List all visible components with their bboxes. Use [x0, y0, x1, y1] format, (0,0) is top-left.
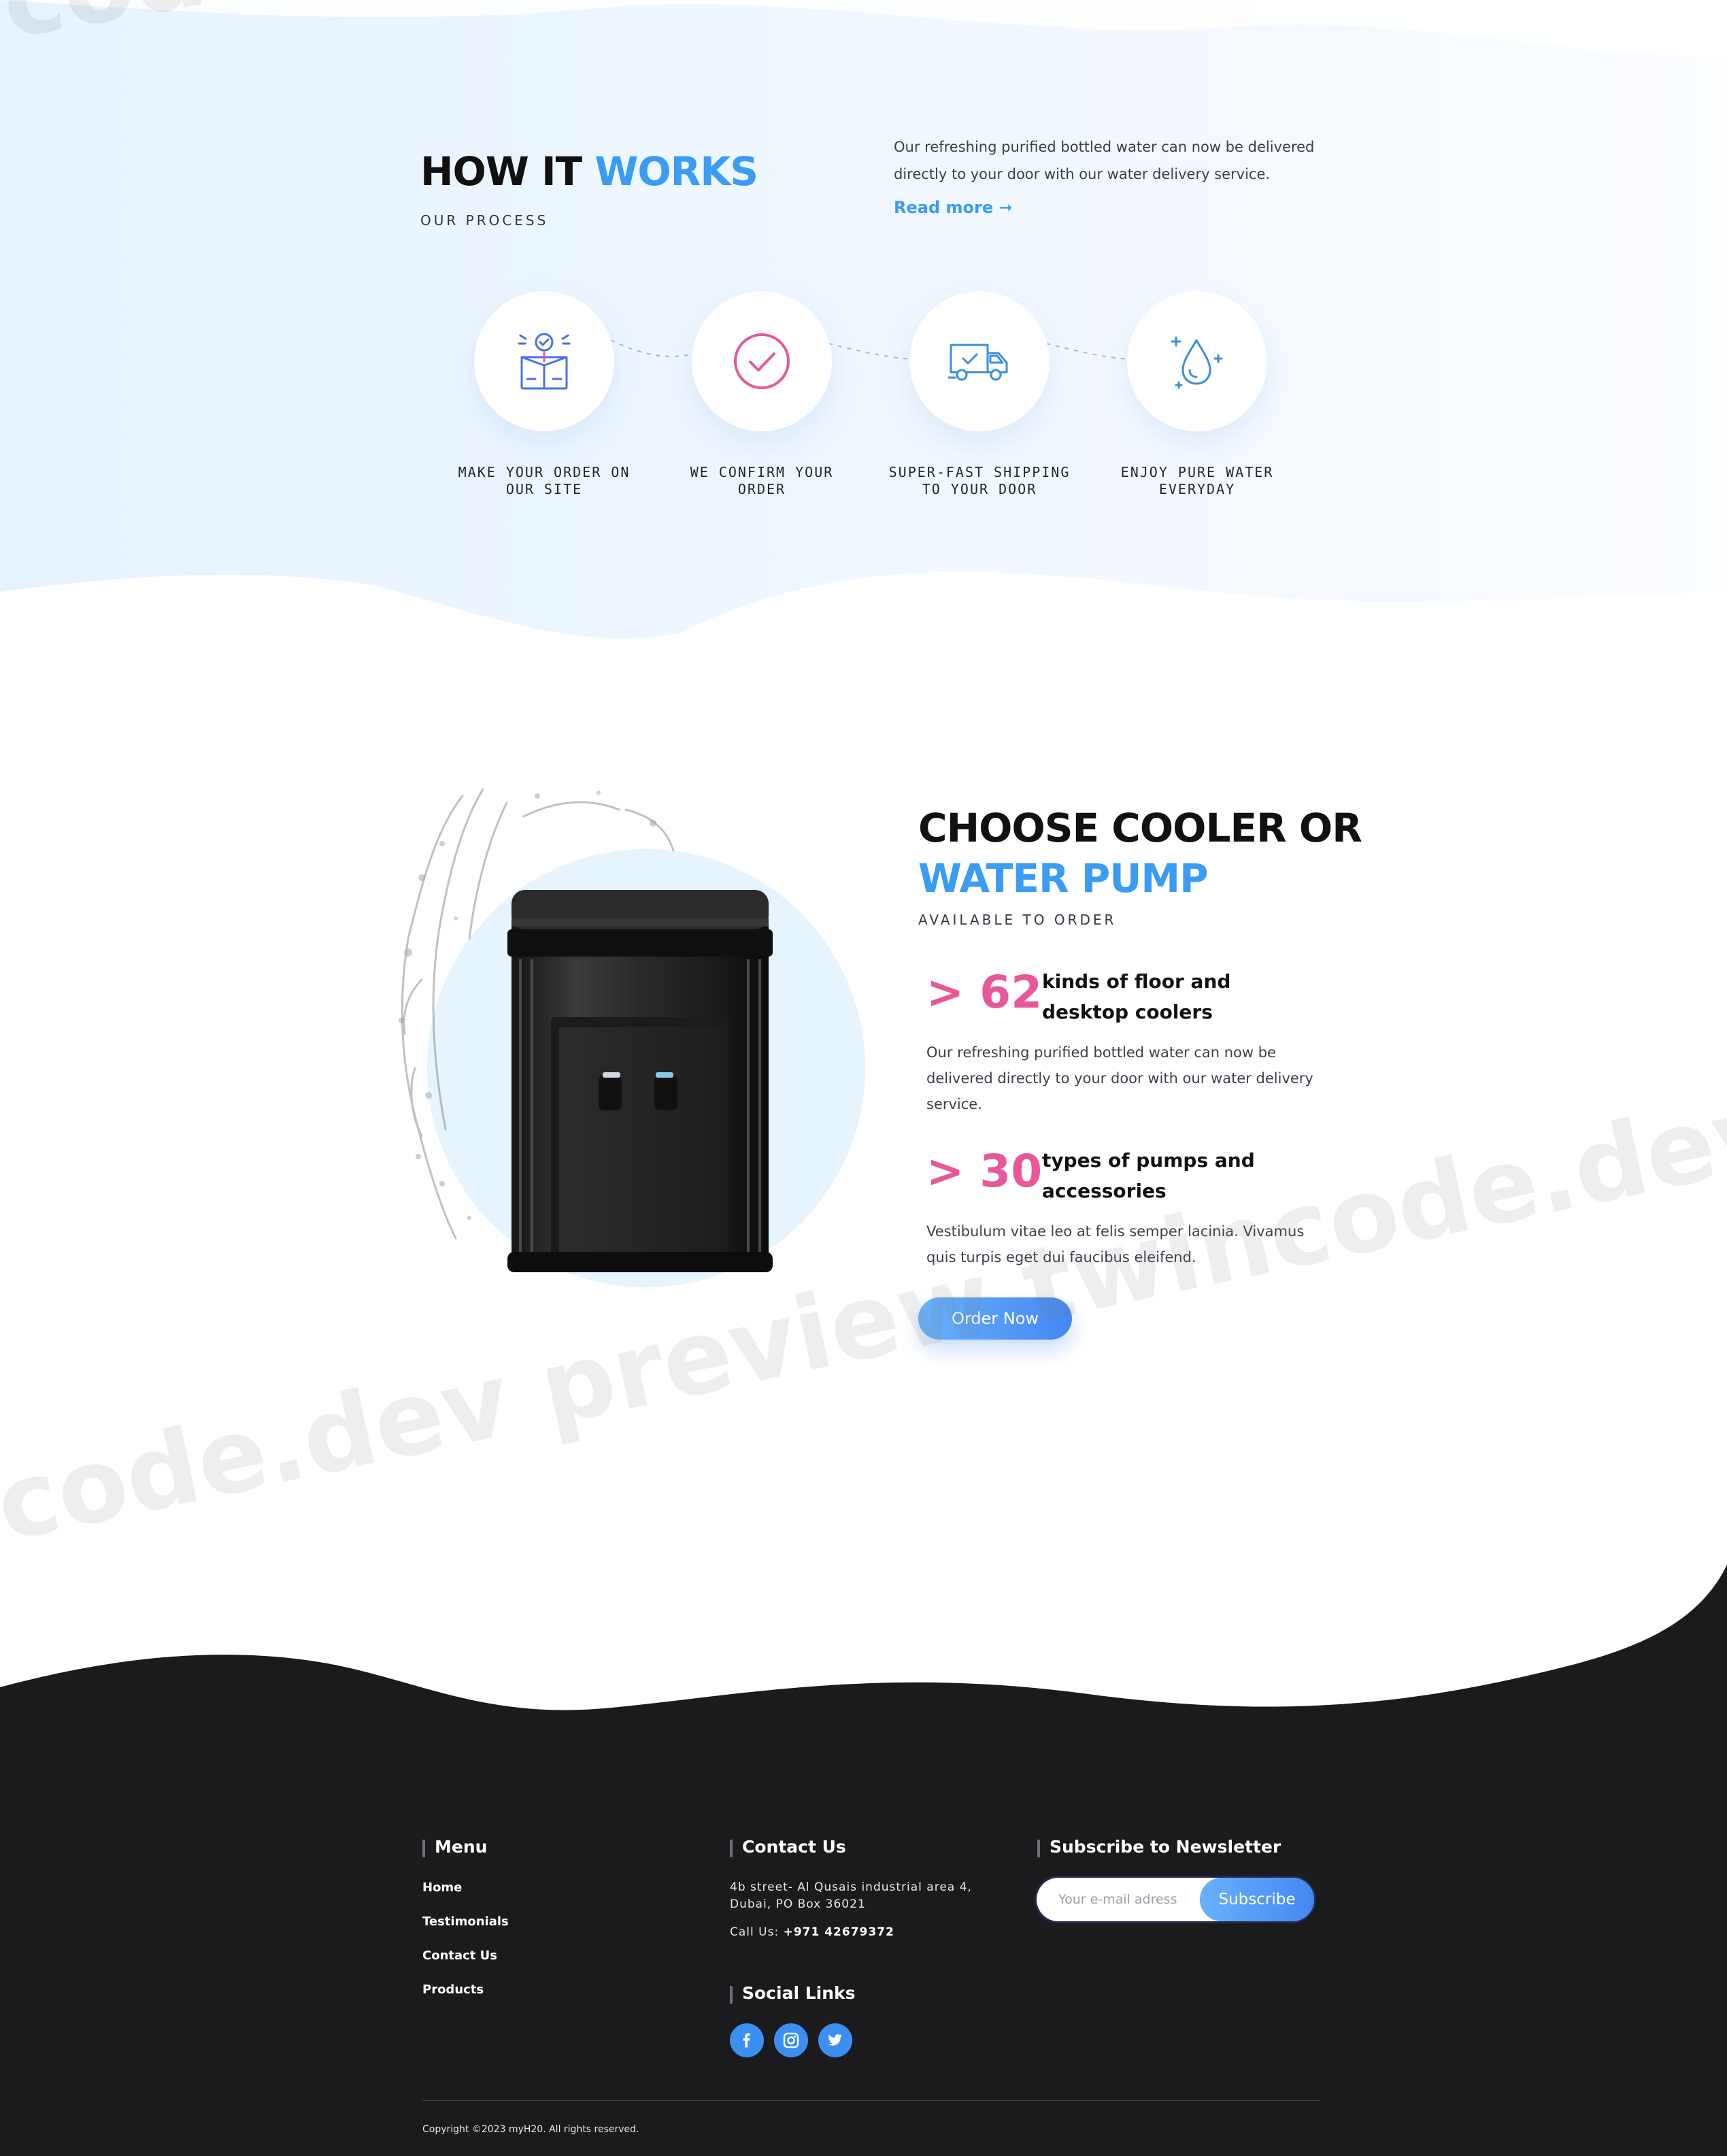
order-now-button[interactable]: Order Now [918, 1297, 1072, 1340]
footer-call: Call Us: +971 42679372 [730, 1925, 894, 1939]
step-confirm-label: WE CONFIRM YOUR ORDER [660, 464, 864, 498]
footer-link-home[interactable]: Home [422, 1880, 462, 1895]
water-drop-icon [1171, 336, 1223, 389]
how-it-works-section: HOW IT WORKS OUR PROCESS Our refreshing … [0, 0, 1727, 653]
footer-menu-heading: Menu [422, 1837, 487, 1857]
step-connectors [610, 339, 1130, 360]
footer-newsletter-heading: Subscribe to Newsletter [1037, 1837, 1281, 1857]
footer-link-products[interactable]: Products [422, 1983, 484, 1997]
step-enjoy-line1: ENJOY PURE WATER [1120, 464, 1274, 480]
stat-coolers-description: Our refreshing purified bottled water ca… [926, 1044, 1313, 1112]
stat-coolers: > 62 kinds of floor and desktop coolers … [926, 966, 1335, 1116]
step-enjoy-line2: EVERYDAY [1158, 481, 1236, 497]
stat-coolers-text: kinds of floor and desktop coolers [1042, 970, 1231, 1023]
instagram-icon [783, 2032, 799, 2049]
stat-pumps-number: > 30 [926, 1145, 1043, 1197]
step-confirm-circle [692, 291, 832, 431]
footer-call-label: Call Us: [730, 1925, 779, 1939]
footer-social-heading: Social Links [730, 1983, 856, 2004]
footer-background [0, 1565, 1727, 2156]
step-order-line2: OUR SITE [505, 481, 583, 497]
stat-pumps-description: Vestibulum vitae leo at felis semper lac… [926, 1223, 1305, 1265]
delivery-truck-icon [948, 344, 1008, 381]
step-shipping-line1: SUPER-FAST SHIPPING [888, 464, 1071, 480]
footer-phone[interactable]: +971 42679372 [784, 1925, 894, 1939]
water-cooler-image [399, 788, 865, 1287]
footer-link-contact[interactable]: Contact Us [422, 1948, 497, 1963]
twitter-icon [828, 2034, 842, 2046]
twitter-button[interactable] [818, 2023, 852, 2057]
footer-address: 4b street- Al Qusais industrial area 4, … [730, 1880, 972, 1911]
stat-pumps: > 30 types of pumps and accessories Vest… [926, 1145, 1335, 1281]
step-enjoy-circle [1127, 291, 1267, 431]
step-shipping-label: SUPER-FAST SHIPPING TO YOUR DOOR [877, 464, 1082, 498]
step-order-circle [474, 291, 614, 431]
stat-pumps-text: types of pumps and accessories [1042, 1149, 1255, 1202]
step-shipping-circle [909, 291, 1050, 431]
instagram-button[interactable] [774, 2023, 808, 2057]
choose-title-line1: CHOOSE COOLER OR [918, 805, 1362, 851]
step-order-label: MAKE YOUR ORDER ON OUR SITE [442, 464, 646, 498]
newsletter-email-input[interactable] [1058, 1878, 1194, 1921]
footer-contact-heading: Contact Us [730, 1837, 846, 1857]
choose-title-line2: WATER PUMP [918, 855, 1209, 901]
footer-copyright: Copyright ©2023 myH20. All rights reserv… [422, 2124, 639, 2135]
check-circle-icon [734, 333, 790, 389]
step-confirm-line2: ORDER [737, 481, 786, 497]
step-order-line1: MAKE YOUR ORDER ON [458, 464, 631, 480]
footer-link-testimonials[interactable]: Testimonials [422, 1914, 509, 1929]
box-check-icon [518, 333, 571, 390]
newsletter-form: Subscribe [1037, 1878, 1314, 1921]
choose-cooler-title: CHOOSE COOLER OR WATER PUMP [918, 803, 1362, 903]
step-confirm-line1: WE CONFIRM YOUR [690, 464, 834, 480]
step-enjoy-label: ENJOY PURE WATER EVERYDAY [1095, 464, 1299, 498]
step-shipping-line2: TO YOUR DOOR [922, 481, 1037, 497]
subscribe-button[interactable]: Subscribe [1200, 1878, 1314, 1921]
footer-divider [422, 2100, 1320, 2101]
choose-cooler-subtitle: AVAILABLE TO ORDER [918, 912, 1117, 928]
stat-coolers-number: > 62 [926, 966, 1043, 1018]
facebook-button[interactable] [730, 2023, 764, 2057]
facebook-icon [743, 2033, 750, 2048]
